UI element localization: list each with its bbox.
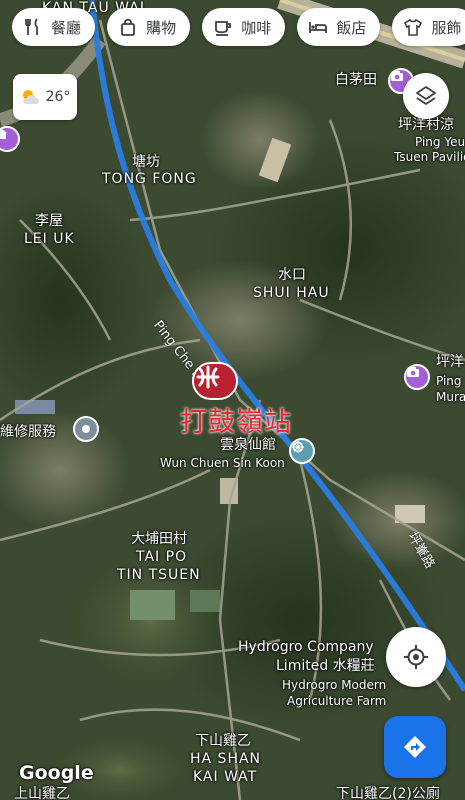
chip-label: 咖啡 — [241, 18, 272, 37]
place-label-ha-shan-zh: 下山雞乙 — [195, 733, 251, 749]
poi-label-pak-mau-tin[interactable]: 白茅田 — [335, 72, 377, 89]
location-pin-icon[interactable] — [73, 416, 99, 442]
mtr-logo-icon[interactable] — [192, 362, 238, 400]
chip-label: 服飾 — [431, 18, 462, 37]
layers-button[interactable] — [403, 73, 449, 119]
poi-label-ping-yeung-mura-en2[interactable]: Mura — [436, 390, 465, 404]
chip-hotels[interactable]: 飯店 — [297, 8, 381, 46]
poi-label-hydrogro-3[interactable]: Hydrogro Modern — [282, 678, 386, 692]
crosshair-icon — [404, 645, 428, 669]
place-label-bottom-left: 上山雞乙 — [14, 786, 70, 800]
place-label-lei-uk-en: LEI UK — [24, 231, 75, 247]
place-label-tin-tsuen-en: TIN TSUEN — [117, 567, 201, 583]
poi-label-hydrogro-2[interactable]: Limited 水糧莊 — [276, 658, 375, 675]
directions-arrow-icon — [404, 736, 426, 758]
bed-icon — [309, 22, 328, 33]
weather-widget[interactable]: 26° — [13, 74, 77, 120]
place-label-tong-fong-zh: 塘坊 — [132, 154, 160, 170]
shirt-icon — [404, 18, 423, 36]
station-name-label[interactable]: 打鼓嶺站 — [180, 400, 292, 439]
coffee-cup-icon — [215, 21, 232, 36]
poi-label-wun-chuen-zh[interactable]: 雲泉仙館 — [220, 437, 276, 454]
fork-knife-icon — [25, 18, 38, 35]
poi-label-hydrogro-1[interactable]: Hydrogro Company — [238, 639, 374, 656]
weather-temp: 26° — [45, 89, 71, 105]
my-location-button[interactable] — [386, 627, 446, 687]
place-label-lei-uk-zh: 李屋 — [35, 213, 63, 229]
chip-clothing[interactable]: 服飾 — [392, 8, 465, 46]
place-label-tai-po-zh: 大埔田村 — [131, 531, 187, 547]
poi-label-ping-yeung-mura-en1[interactable]: Ping — [436, 374, 462, 388]
poi-label-repair[interactable]: 維修服務 — [0, 424, 56, 441]
chip-shopping[interactable]: 購物 — [107, 8, 191, 46]
directions-button[interactable] — [384, 716, 446, 778]
place-label-ha-shan-en: HA SHAN — [190, 751, 262, 767]
partly-sunny-icon — [22, 90, 39, 104]
place-label-shui-hau-en: SHUI HAU — [253, 285, 330, 301]
map-view[interactable]: KAN TAU WAI 塘坊 TONG FONG 李屋 LEI UK 水口 SH… — [0, 0, 465, 800]
camera-pin-icon[interactable] — [404, 364, 430, 390]
chip-label: 購物 — [146, 18, 177, 37]
poi-label-ping-yeung-pavilion-en1[interactable]: Ping Yeu — [415, 135, 465, 149]
place-label-shui-hau-zh: 水口 — [278, 267, 306, 283]
chip-label: 餐廳 — [51, 18, 82, 37]
place-label-tong-fong-en: TONG FONG — [102, 171, 197, 187]
poi-label-ping-yeung-pavilion-zh[interactable]: 坪洋村涼 — [398, 117, 454, 134]
place-label-bottom-right: 下山雞乙(2)公廁 — [336, 786, 440, 800]
layers-icon — [416, 86, 436, 105]
temple-pin-icon[interactable] — [289, 438, 315, 464]
poi-label-wun-chuen-en[interactable]: Wun Chuen Sin Koon — [160, 456, 285, 470]
google-logo: Google — [19, 762, 94, 784]
place-label-tai-po-en: TAI PO — [136, 549, 188, 565]
poi-label-ping-yeung-mura-zh[interactable]: 坪洋 — [436, 354, 464, 371]
shopping-bag-icon — [121, 18, 136, 36]
chip-label: 飯店 — [336, 18, 367, 37]
place-label-kai-wat-en: KAI WAT — [193, 769, 258, 785]
poi-label-hydrogro-4[interactable]: Agriculture Farm — [287, 694, 386, 708]
poi-label-ping-yeung-pavilion-en2[interactable]: Tsuen Pavilio — [394, 150, 465, 164]
chip-restaurants[interactable]: 餐廳 — [12, 8, 96, 46]
category-chips: 餐廳 購物 咖啡 飯店 服飾 — [12, 8, 465, 50]
chip-coffee[interactable]: 咖啡 — [202, 8, 286, 46]
